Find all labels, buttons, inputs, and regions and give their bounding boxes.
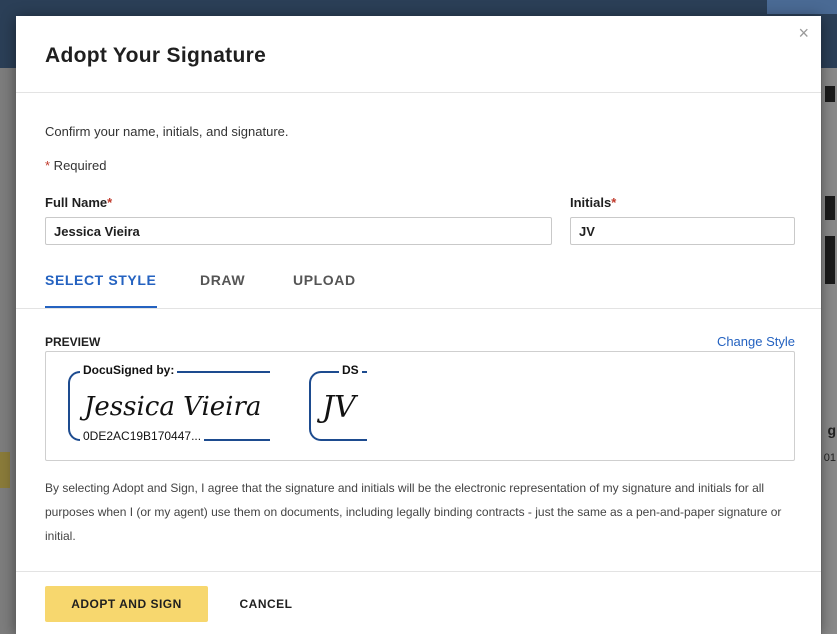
header-divider — [16, 92, 821, 93]
preview-label: PREVIEW — [45, 335, 101, 349]
background-app-header-button — [767, 0, 837, 14]
required-star: * — [611, 195, 617, 210]
background-highlight — [0, 452, 10, 488]
initials-input[interactable] — [570, 217, 795, 245]
background-document-edge — [822, 68, 837, 634]
tab-draw[interactable]: DRAW — [200, 272, 245, 288]
background-text: 01 — [823, 452, 836, 464]
initials-label-text: Initials — [570, 195, 612, 210]
initials-text: JV — [322, 390, 356, 425]
dialog-title: Adopt Your Signature — [45, 44, 267, 67]
signature-text: Jessica Vieira — [84, 392, 262, 422]
background-mark — [825, 236, 835, 284]
close-icon[interactable]: × — [798, 24, 809, 42]
full-name-label: Full Name* — [45, 195, 112, 210]
signature-preview: DocuSigned by: Jessica Vieira 0DE2AC19B1… — [45, 351, 795, 461]
required-note: * Required — [45, 158, 106, 173]
required-text: Required — [50, 158, 107, 173]
initials-ds-label: DS — [339, 363, 362, 377]
required-star: * — [107, 195, 113, 210]
adopt-and-sign-button[interactable]: ADOPT AND SIGN — [45, 586, 208, 622]
full-name-input[interactable] — [45, 217, 552, 245]
initials-label: Initials* — [570, 195, 616, 210]
signature-id: 0DE2AC19B170447... — [80, 429, 205, 443]
docusigned-by-label: DocuSigned by: — [80, 363, 178, 377]
instructions-text: Confirm your name, initials, and signatu… — [45, 124, 289, 139]
background-mark — [825, 86, 835, 102]
background-text: g — [827, 422, 836, 438]
background-mark — [825, 196, 835, 220]
adopt-signature-dialog: × Adopt Your Signature Confirm your name… — [16, 16, 821, 634]
tabs-divider — [16, 308, 821, 309]
tab-upload[interactable]: UPLOAD — [293, 272, 356, 288]
cancel-button[interactable]: CANCEL — [228, 586, 304, 622]
change-style-link[interactable]: Change Style — [717, 334, 795, 349]
full-name-label-text: Full Name — [45, 195, 108, 210]
legal-disclaimer: By selecting Adopt and Sign, I agree tha… — [45, 481, 782, 543]
footer-divider — [16, 571, 821, 572]
tab-select-style[interactable]: SELECT STYLE — [45, 272, 156, 288]
